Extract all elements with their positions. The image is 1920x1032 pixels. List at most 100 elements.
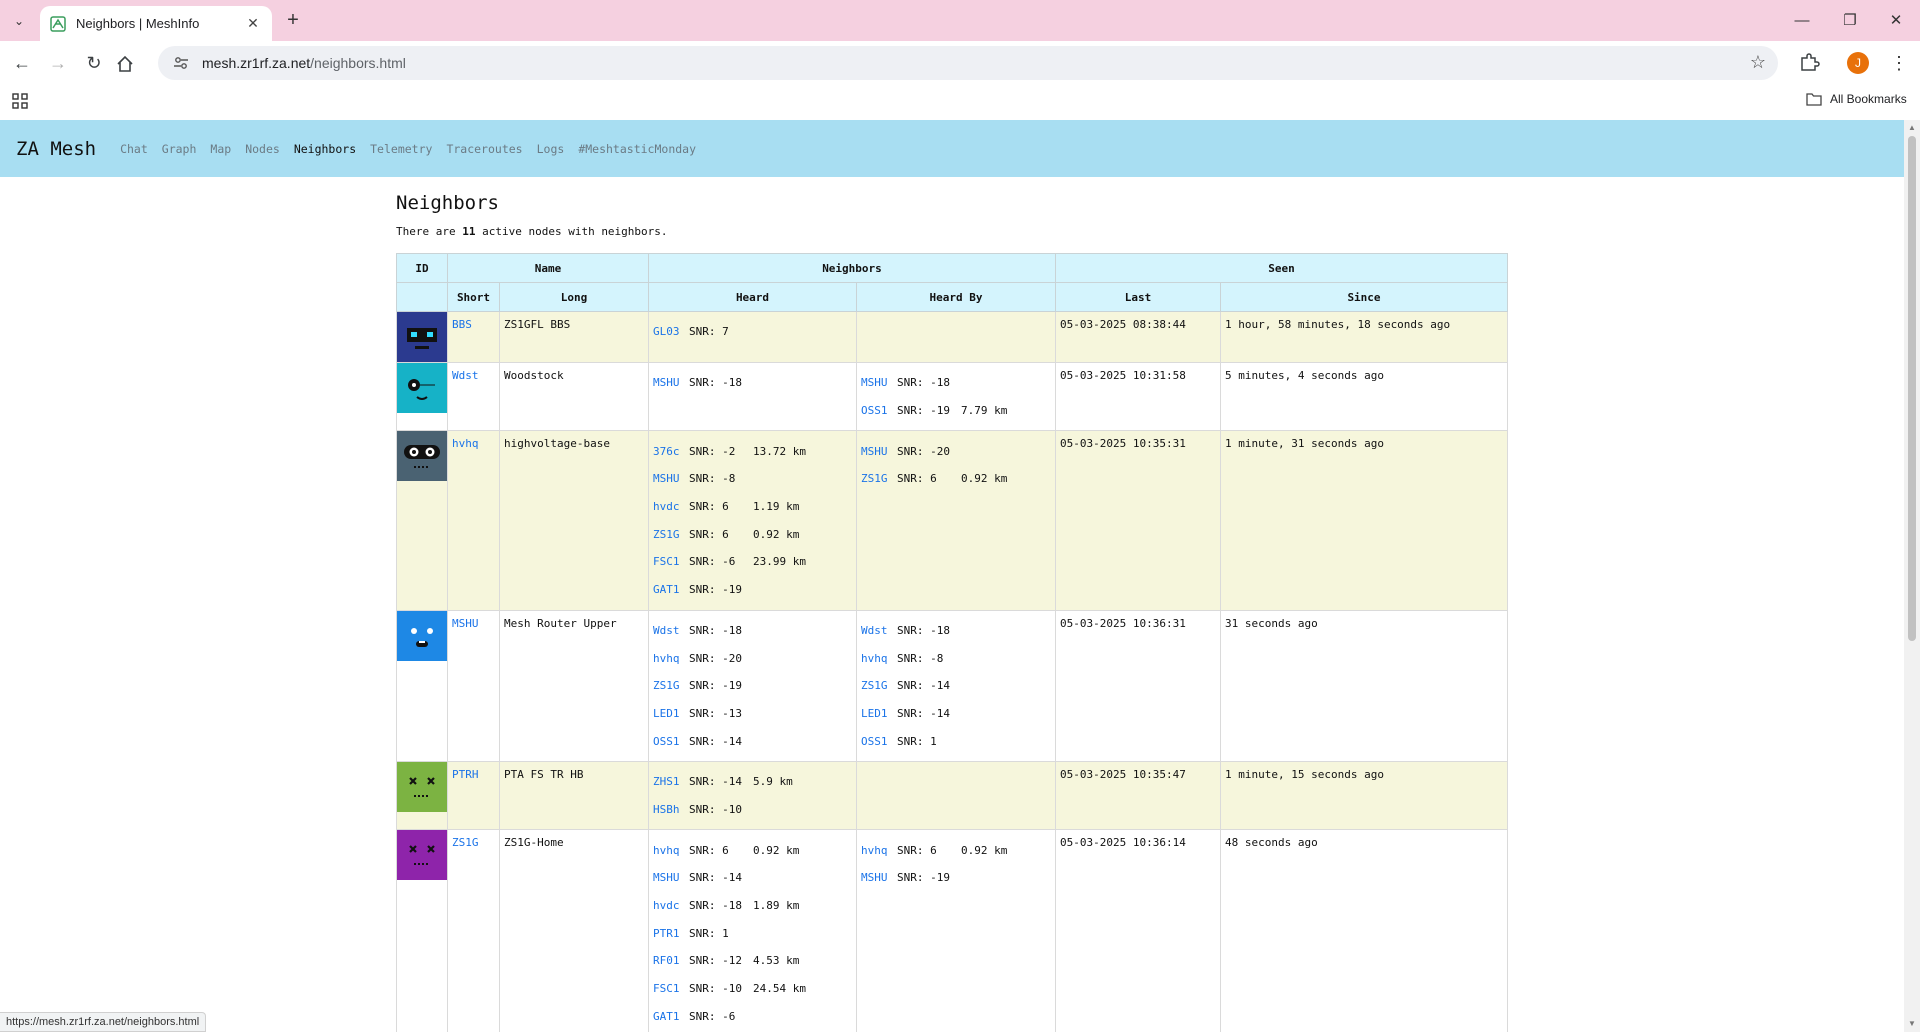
neighbor-node-link[interactable]: MSHU [653, 376, 689, 389]
neighbor-node-link[interactable]: Wdst [861, 624, 897, 637]
scrollbar-thumb[interactable] [1908, 136, 1916, 641]
apps-grid-icon[interactable] [12, 93, 28, 109]
neighbor-entry: Wdst SNR: -18 [653, 617, 852, 645]
neighbor-entry: OSS1 SNR: 1 [861, 727, 1051, 755]
neighbor-node-link[interactable]: hvhq [653, 652, 689, 665]
window-close-icon[interactable]: ✕ [1876, 8, 1916, 34]
node-avatar[interactable] [396, 829, 448, 1032]
neighbor-node-link[interactable]: GAT1 [653, 583, 689, 596]
neighbor-snr: SNR: -14 [897, 679, 950, 693]
nav-link-telemetry[interactable]: Telemetry [370, 142, 432, 156]
node-avatar[interactable] [396, 430, 448, 611]
neighbor-node-link[interactable]: hvdc [653, 500, 689, 513]
seen-since: 31 seconds ago [1225, 616, 1318, 630]
node-avatar[interactable] [396, 361, 448, 432]
profile-avatar[interactable]: J [1847, 52, 1869, 74]
neighbor-node-link[interactable]: GL03 [653, 325, 689, 338]
header-heard: Heard [648, 282, 857, 312]
reload-icon[interactable]: ↻ [81, 50, 107, 76]
short-name-link[interactable]: BBS [452, 318, 472, 331]
neighbor-node-link[interactable]: HSBh [653, 803, 689, 816]
neighbor-node-link[interactable]: hvhq [861, 652, 897, 665]
neighbor-node-link[interactable]: OSS1 [653, 735, 689, 748]
nav-link-nodes[interactable]: Nodes [245, 142, 280, 156]
short-name-link[interactable]: PTRH [452, 768, 479, 781]
neighbor-node-link[interactable]: ZS1G [653, 679, 689, 692]
neighbor-node-link[interactable]: MSHU [653, 871, 689, 884]
nav-link-chat[interactable]: Chat [120, 142, 148, 156]
neighbor-node-link[interactable]: MSHU [653, 472, 689, 485]
bookmark-star-icon[interactable]: ☆ [1750, 52, 1766, 73]
neighbor-node-link[interactable]: FSC1 [653, 982, 689, 995]
node-avatar[interactable] [396, 760, 448, 831]
robot-avatar-green [397, 761, 447, 812]
last-seen-cell: 05-03-2025 08:38:44 [1055, 311, 1221, 363]
browser-menu-icon[interactable]: ⋮ [1890, 50, 1908, 76]
extensions-puzzle-icon[interactable] [1796, 50, 1822, 76]
neighbor-node-link[interactable]: ZS1G [861, 472, 897, 485]
long-name-cell: Mesh Router Upper [499, 609, 649, 762]
all-bookmarks-button[interactable]: All Bookmarks [1806, 92, 1907, 106]
minimize-icon[interactable]: — [1782, 8, 1822, 34]
neighbor-node-link[interactable]: ZS1G [861, 679, 897, 692]
node-avatar[interactable] [396, 609, 448, 762]
last-seen: 05-03-2025 08:38:44 [1060, 318, 1186, 331]
neighbor-node-link[interactable]: hvdc [653, 899, 689, 912]
tab-close-icon[interactable]: ✕ [244, 15, 262, 32]
neighbor-node-link[interactable]: ZS1G [653, 528, 689, 541]
last-seen-cell: 05-03-2025 10:35:47 [1055, 760, 1221, 831]
short-name-link[interactable]: ZS1G [452, 836, 479, 849]
long-name-cell: ZS1GFL BBS [499, 311, 649, 363]
nav-link-map[interactable]: Map [210, 142, 231, 156]
neighbor-snr: SNR: -13 [689, 706, 742, 720]
neighbor-node-link[interactable]: RF01 [653, 954, 689, 967]
table-row: PTRH PTA FS TR HB ZHS1 SNR: -14 5.9 km HSBh SN… [396, 760, 1508, 831]
page-viewport: ZA Mesh Chat Graph Map Nodes Neighbors Teleme… [0, 120, 1904, 1032]
since-cell: 1 hour, 58 minutes, 18 seconds ago [1220, 311, 1508, 363]
neighbor-node-link[interactable]: PTR1 [653, 927, 689, 940]
nav-link-neighbors[interactable]: Neighbors [294, 142, 356, 156]
nav-link-graph[interactable]: Graph [162, 142, 197, 156]
site-brand[interactable]: ZA Mesh [16, 138, 96, 160]
nav-link-meshtasticmonday[interactable]: #MeshtasticMonday [578, 142, 696, 156]
short-name-link[interactable]: Wdst [452, 369, 479, 382]
neighbor-node-link[interactable]: Wdst [653, 624, 689, 637]
restore-icon[interactable]: ❐ [1830, 8, 1870, 34]
neighbor-node-link[interactable]: LED1 [861, 707, 897, 720]
neighbor-entry: hvhq SNR: 6 0.92 km [653, 836, 852, 864]
neighbor-node-link[interactable]: OSS1 [861, 735, 897, 748]
back-arrow-icon[interactable]: ← [9, 50, 35, 76]
heard-by-cell: Wdst SNR: -18 hvhq SNR: -8 ZS1G SNR: -14 LED1 S… [856, 609, 1056, 762]
neighbor-node-link[interactable]: OSS1 [861, 404, 897, 417]
neighbor-node-link[interactable]: ZHS1 [653, 775, 689, 788]
browser-tab[interactable]: Neighbors | MeshInfo ✕ [40, 6, 272, 41]
heard-by-cell: hvhq SNR: 6 0.92 km MSHU SNR: -19 [856, 829, 1056, 1032]
neighbor-node-link[interactable]: FSC1 [653, 555, 689, 568]
scroll-up-icon[interactable]: ▲ [1908, 124, 1916, 132]
node-avatar[interactable] [396, 311, 448, 363]
short-name-link[interactable]: MSHU [452, 617, 479, 630]
folder-icon [1806, 93, 1822, 106]
address-bar[interactable]: mesh.zr1rf.za.net/neighbors.html ☆ [158, 46, 1778, 80]
neighbor-node-link[interactable]: MSHU [861, 871, 897, 884]
nav-link-traceroutes[interactable]: Traceroutes [446, 142, 522, 156]
neighbor-node-link[interactable]: hvhq [653, 844, 689, 857]
neighbor-node-link[interactable]: MSHU [861, 376, 897, 389]
tab-search-chevron-icon[interactable]: ⌄ [6, 9, 32, 33]
scroll-down-icon[interactable]: ▼ [1908, 1020, 1916, 1028]
page-scrollbar[interactable]: ▲ ▼ [1904, 120, 1920, 1032]
neighbor-node-link[interactable]: 376c [653, 445, 689, 458]
short-name-link[interactable]: hvhq [452, 437, 479, 450]
short-name-cell: ZS1G [447, 829, 500, 1032]
nav-link-logs[interactable]: Logs [537, 142, 565, 156]
neighbor-snr: SNR: -19 [689, 679, 742, 693]
forward-arrow-icon[interactable]: → [45, 50, 71, 76]
neighbor-node-link[interactable]: MSHU [861, 445, 897, 458]
site-info-icon[interactable] [172, 54, 190, 72]
neighbor-node-link[interactable]: GAT1 [653, 1010, 689, 1023]
neighbor-node-link[interactable]: LED1 [653, 707, 689, 720]
neighbor-node-link[interactable]: hvhq [861, 844, 897, 857]
new-tab-button[interactable]: + [280, 8, 306, 34]
home-icon[interactable] [116, 55, 134, 73]
summary-post: active nodes with neighbors. [475, 225, 668, 238]
